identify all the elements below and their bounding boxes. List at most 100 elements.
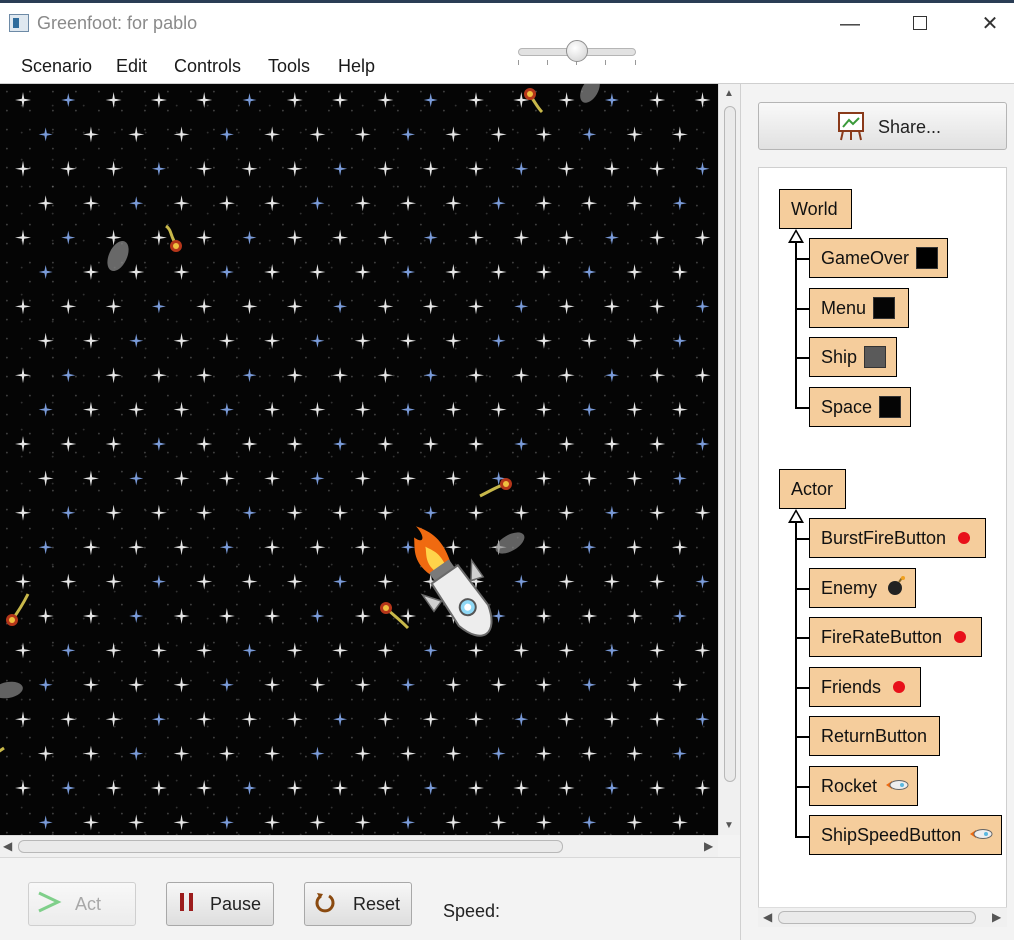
class-enemy[interactable]: Enemy — [809, 568, 916, 608]
star — [286, 780, 303, 796]
star — [423, 368, 438, 383]
scroll-left-arrow-icon[interactable]: ◀ — [3, 839, 12, 853]
star — [105, 298, 122, 315]
class-world[interactable]: World — [779, 189, 852, 229]
menu-edit[interactable]: Edit — [116, 56, 147, 77]
star — [626, 814, 643, 831]
class-panel-scroll-thumb[interactable] — [778, 911, 976, 924]
star — [354, 195, 371, 212]
menu-tools[interactable]: Tools — [268, 56, 310, 77]
star — [377, 711, 394, 728]
reset-button[interactable]: Reset — [304, 882, 412, 926]
scroll-left-arrow-icon[interactable]: ◀ — [763, 910, 772, 924]
star — [490, 814, 507, 831]
star — [128, 264, 145, 280]
star — [354, 539, 371, 556]
class-fireratebutton[interactable]: FireRateButton — [809, 617, 982, 657]
class-menu[interactable]: Menu — [809, 288, 909, 328]
class-rocket[interactable]: Rocket — [809, 766, 918, 806]
star — [671, 401, 688, 418]
space-world-canvas[interactable] — [0, 84, 718, 835]
star — [309, 126, 326, 143]
star — [649, 436, 666, 452]
star — [695, 161, 710, 176]
star — [649, 642, 666, 659]
menu-controls[interactable]: Controls — [174, 56, 241, 77]
star — [286, 298, 303, 315]
star — [468, 229, 484, 246]
maximize-icon — [913, 15, 927, 30]
star — [264, 676, 281, 693]
star — [129, 746, 144, 761]
star — [264, 470, 281, 487]
world-view[interactable] — [0, 84, 718, 835]
star — [354, 814, 371, 831]
star — [286, 642, 303, 659]
star — [61, 505, 76, 520]
speed-slider-thumb[interactable] — [566, 40, 588, 62]
star — [173, 745, 190, 762]
pause-button[interactable]: Pause — [166, 882, 274, 926]
scroll-right-arrow-icon[interactable]: ▶ — [704, 839, 713, 853]
star — [332, 229, 349, 246]
star — [581, 195, 598, 212]
star — [514, 161, 529, 176]
share-button[interactable]: Share... — [758, 102, 1007, 150]
class-returnbutton[interactable]: ReturnButton — [809, 716, 940, 756]
bomb-icon — [885, 575, 907, 602]
star — [242, 93, 257, 107]
star — [310, 746, 325, 761]
star — [558, 229, 575, 246]
star — [354, 264, 371, 280]
star — [649, 367, 666, 384]
scroll-right-arrow-icon[interactable]: ▶ — [992, 910, 1001, 924]
star — [218, 195, 235, 212]
class-actor[interactable]: Actor — [779, 469, 846, 509]
close-button[interactable]: ✕ — [968, 6, 1012, 42]
star — [581, 745, 598, 762]
world-horizontal-scrollbar[interactable]: ◀ ▶ — [0, 835, 718, 857]
class-label: ShipSpeedButton — [821, 824, 962, 845]
star — [310, 609, 325, 623]
class-panel-horizontal-scrollbar[interactable]: ◀ ▶ — [758, 907, 1007, 927]
menu-help[interactable]: Help — [338, 56, 375, 77]
act-button[interactable]: Act — [28, 882, 136, 926]
star — [15, 436, 31, 452]
star — [626, 195, 643, 212]
star — [514, 574, 529, 589]
star — [286, 711, 303, 728]
star — [196, 160, 213, 177]
star — [128, 814, 145, 831]
vertical-scroll-thumb[interactable] — [724, 106, 736, 782]
star — [671, 539, 688, 556]
maximize-button[interactable] — [898, 6, 942, 42]
class-gameover[interactable]: GameOver — [809, 238, 948, 278]
star — [535, 195, 552, 212]
star — [151, 299, 166, 314]
star — [468, 642, 484, 659]
horizontal-scroll-thumb[interactable] — [18, 840, 563, 853]
class-space[interactable]: Space — [809, 387, 911, 427]
star — [105, 711, 122, 728]
world-vertical-scrollbar[interactable]: ▲ ▼ — [718, 84, 740, 835]
menu-scenario[interactable]: Scenario — [21, 56, 92, 77]
star — [513, 642, 530, 659]
star — [514, 299, 529, 314]
scroll-up-arrow-icon[interactable]: ▲ — [724, 88, 734, 99]
class-shipspeedbutton[interactable]: ShipSpeedButton — [809, 815, 1002, 855]
enemy-sprite — [0, 746, 5, 753]
scroll-down-arrow-icon[interactable]: ▼ — [724, 820, 734, 831]
class-ship[interactable]: Ship — [809, 337, 897, 377]
class-burstfirebutton[interactable]: BurstFireButton — [809, 518, 986, 558]
star — [513, 780, 530, 796]
minimize-button[interactable]: — — [828, 6, 872, 42]
star — [513, 367, 530, 384]
star — [626, 608, 643, 624]
star — [649, 229, 666, 246]
speed-label: Speed: — [443, 901, 501, 921]
star — [129, 333, 144, 348]
star — [150, 229, 167, 246]
class-friends[interactable]: Friends — [809, 667, 921, 707]
star — [626, 676, 643, 693]
reset-label: Reset — [353, 893, 401, 914]
